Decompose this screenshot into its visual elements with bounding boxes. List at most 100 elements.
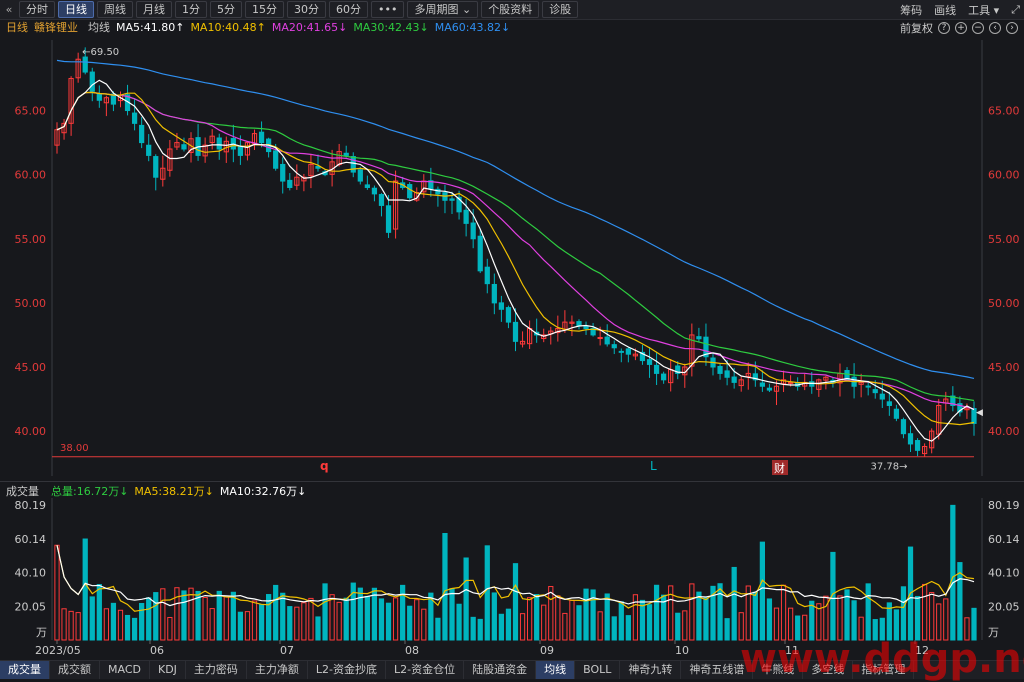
volume-bar — [209, 608, 215, 641]
indicator-tab[interactable]: L2-资金抄底 — [308, 661, 387, 679]
volume-bar — [174, 587, 180, 641]
volume-bar — [280, 592, 286, 641]
candle-body — [364, 184, 370, 188]
indicator-tab[interactable]: MACD — [100, 661, 150, 679]
volume-bar — [675, 612, 681, 641]
volume-bar — [315, 616, 321, 641]
candle-body — [893, 408, 900, 419]
volume-bar — [731, 566, 737, 641]
candle-body — [512, 321, 519, 342]
volume-bar — [646, 604, 653, 641]
volume-bar — [308, 597, 314, 641]
candle-body — [280, 163, 286, 182]
indicator-tab[interactable]: L2-资金仓位 — [386, 661, 465, 679]
indicator-tab[interactable]: 主力密码 — [186, 661, 247, 679]
volume-bar — [273, 584, 279, 641]
volume-tick-left: 40.10 — [15, 567, 47, 580]
volume-bar — [541, 604, 547, 641]
stock-chart[interactable]: 65.00 65.00 60.00 60.00 55.00 55.00 50.00 50.00… — [0, 0, 1024, 678]
volume-unit-left: 万 — [36, 626, 47, 639]
volume-bar — [103, 608, 109, 641]
ma5-line — [56, 79, 975, 442]
volume-bar — [689, 583, 695, 641]
volume-bar — [301, 602, 307, 641]
current-price-pointer: ◀ — [976, 408, 983, 418]
volume-bar — [251, 600, 258, 641]
candle-body — [505, 307, 512, 323]
candle-body — [287, 179, 293, 188]
price-tick-right: 50.00 — [988, 297, 1020, 310]
volume-bar — [484, 545, 490, 641]
volume-bar — [597, 611, 603, 641]
volume-bar — [611, 616, 617, 641]
candle-body — [872, 389, 878, 394]
volume-bar — [89, 596, 95, 641]
volume-bar — [498, 613, 505, 641]
volume-bar — [139, 602, 145, 641]
indicator-tab[interactable]: 主力净额 — [247, 661, 308, 679]
volume-bar — [343, 597, 349, 641]
volume-bar — [914, 595, 921, 641]
candle-body — [787, 381, 794, 384]
volume-bar — [583, 588, 589, 641]
volume-bar — [117, 609, 124, 641]
price-tick-left: 40.00 — [15, 425, 47, 438]
volume-bar — [202, 596, 208, 641]
candle-body — [484, 266, 490, 285]
volume-bar — [653, 584, 660, 641]
candle-body — [96, 93, 102, 101]
indicator-tab[interactable]: KDJ — [150, 661, 186, 679]
volume-tick-right: 60.14 — [988, 533, 1020, 546]
indicator-tab[interactable]: 神奇九转 — [620, 661, 682, 679]
indicator-tab[interactable]: 成交量 — [0, 661, 50, 679]
candle-body — [661, 373, 667, 381]
volume-legend: 成交量 总量:16.72万↓ MA5:38.21万↓ MA10:32.76万↓ — [0, 484, 1024, 500]
volume-bar — [322, 583, 328, 641]
volume-bar — [449, 588, 455, 641]
volume-bar — [470, 616, 476, 641]
panel-divider — [0, 481, 1024, 482]
volume-bar — [696, 591, 702, 641]
volume-bar — [371, 587, 378, 641]
candle-body — [886, 401, 892, 406]
volume-bar — [682, 610, 688, 641]
candle-body — [82, 56, 88, 73]
volume-bar — [167, 616, 173, 641]
volume-bar — [625, 615, 631, 641]
volume-bar — [442, 532, 448, 641]
volume-bar — [576, 605, 582, 641]
indicator-tab[interactable]: BOLL — [575, 661, 621, 679]
volume-tick-left: 80.19 — [15, 499, 47, 512]
candle-body — [357, 169, 363, 182]
volume-bar — [230, 591, 236, 641]
candle-body — [653, 364, 660, 374]
candle-body — [89, 71, 95, 92]
candle-body — [273, 150, 279, 169]
candle-body — [477, 235, 483, 272]
volume-bar — [851, 600, 857, 641]
indicator-tab[interactable]: 均线 — [536, 661, 576, 679]
volume-bar — [766, 598, 773, 641]
volume-bar — [780, 584, 787, 641]
candle-body — [717, 365, 723, 374]
candle-body — [216, 137, 222, 150]
indicator-tab[interactable]: 陆股通资金 — [464, 661, 537, 679]
volume-bar — [519, 613, 526, 641]
price-tick-left: 55.00 — [15, 233, 47, 246]
price-tick-left: 50.00 — [15, 297, 47, 310]
volume-bar — [950, 504, 956, 641]
ma20-line — [56, 91, 975, 410]
candle-body — [696, 336, 702, 340]
volume-bar — [160, 588, 166, 641]
candle-body — [724, 370, 730, 378]
volume-bar — [110, 602, 117, 641]
candle-body — [371, 187, 378, 195]
volume-bar — [717, 583, 723, 641]
x-axis-label: 06 — [150, 644, 164, 657]
price-tick-left: 65.00 — [15, 105, 47, 118]
volume-bar — [562, 612, 568, 641]
candle-body — [153, 156, 159, 178]
candle-body — [385, 205, 392, 233]
indicator-tab[interactable]: 成交额 — [50, 661, 100, 679]
volume-bar — [258, 604, 265, 641]
